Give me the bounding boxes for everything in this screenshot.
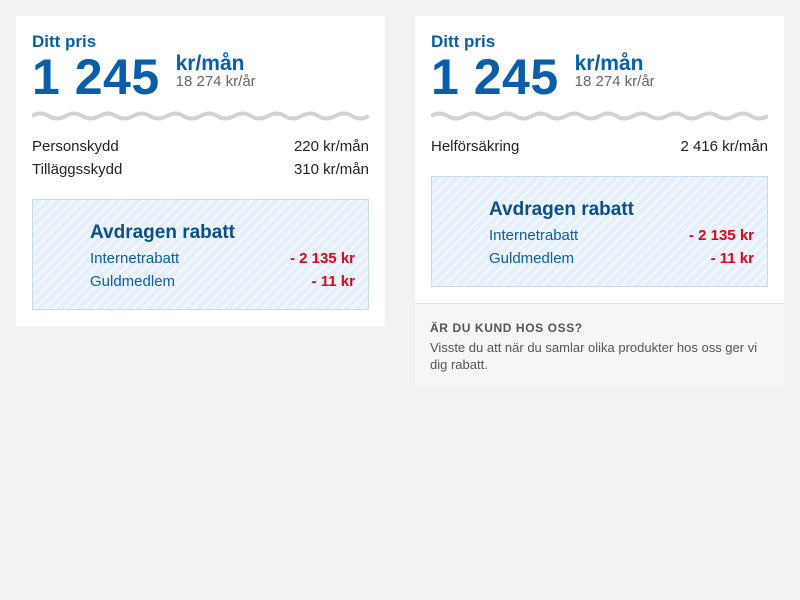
line-item-name: Tilläggsskydd — [32, 161, 123, 178]
line-item-value: 2 416 kr/mån — [680, 138, 768, 155]
price-card-right: Ditt pris 1 245 kr/mån 18 274 kr/år Helf… — [415, 16, 784, 387]
price-card-left: Ditt pris 1 245 kr/mån 18 274 kr/år Pers… — [16, 16, 385, 326]
discount-name: Guldmedlem — [90, 273, 176, 290]
note-heading: ÄR DU KUND HOS OSS? — [430, 321, 583, 335]
discount-box: Avdragen rabatt Internetrabatt - 2 135 k… — [32, 199, 369, 310]
discount-amount: - 2 135 kr — [289, 250, 355, 267]
monthly-price: 1 245 — [431, 49, 559, 105]
discount-row: Internetrabatt - 2 135 kr — [489, 224, 754, 247]
discount-amount: - 2 135 kr — [688, 227, 754, 244]
discount-name: Guldmedlem — [489, 250, 575, 267]
line-item-value: 220 kr/mån — [293, 138, 369, 155]
discount-row: Guldmedlem - 11 kr — [489, 247, 754, 270]
discount-box: Avdragen rabatt Internetrabatt - 2 135 k… — [431, 176, 768, 287]
note-text: Visste du att när du samlar olika produk… — [430, 340, 758, 372]
discount-row: Internetrabatt - 2 135 kr — [90, 247, 355, 270]
discount-amount: - 11 kr — [710, 250, 754, 267]
yearly-price: 18 274 kr/år — [175, 73, 256, 90]
discount-amount: - 11 kr — [311, 273, 355, 290]
discount-name: Internetrabatt — [489, 227, 579, 244]
price-row: 1 245 kr/mån 18 274 kr/år — [32, 50, 369, 104]
discount-title: Avdragen rabatt — [90, 222, 235, 243]
yearly-price: 18 274 kr/år — [574, 73, 655, 90]
price-units: kr/mån 18 274 kr/år — [175, 52, 256, 90]
price-unit: kr/mån — [175, 52, 245, 75]
line-item-name: Personskydd — [32, 138, 119, 155]
discount-row: Guldmedlem - 11 kr — [90, 270, 355, 293]
price-units: kr/mån 18 274 kr/år — [574, 52, 655, 90]
line-item: Personskydd 220 kr/mån — [32, 135, 369, 158]
discount-title: Avdragen rabatt — [489, 199, 634, 220]
monthly-price: 1 245 — [32, 49, 160, 105]
discount-name: Internetrabatt — [90, 250, 180, 267]
line-item-value: 310 kr/mån — [293, 161, 369, 178]
line-item: Tilläggsskydd 310 kr/mån — [32, 158, 369, 181]
line-items: Helförsäkring 2 416 kr/mån — [431, 135, 768, 158]
line-items: Personskydd 220 kr/mån Tilläggsskydd 310… — [32, 135, 369, 181]
line-item-name: Helförsäkring — [431, 138, 520, 155]
price-row: 1 245 kr/mån 18 274 kr/år — [431, 50, 768, 104]
customer-note: ÄR DU KUND HOS OSS? Visste du att när du… — [415, 303, 784, 387]
price-unit: kr/mån — [574, 52, 644, 75]
wave-divider — [431, 111, 768, 121]
line-item: Helförsäkring 2 416 kr/mån — [431, 135, 768, 158]
wave-divider — [32, 111, 369, 121]
